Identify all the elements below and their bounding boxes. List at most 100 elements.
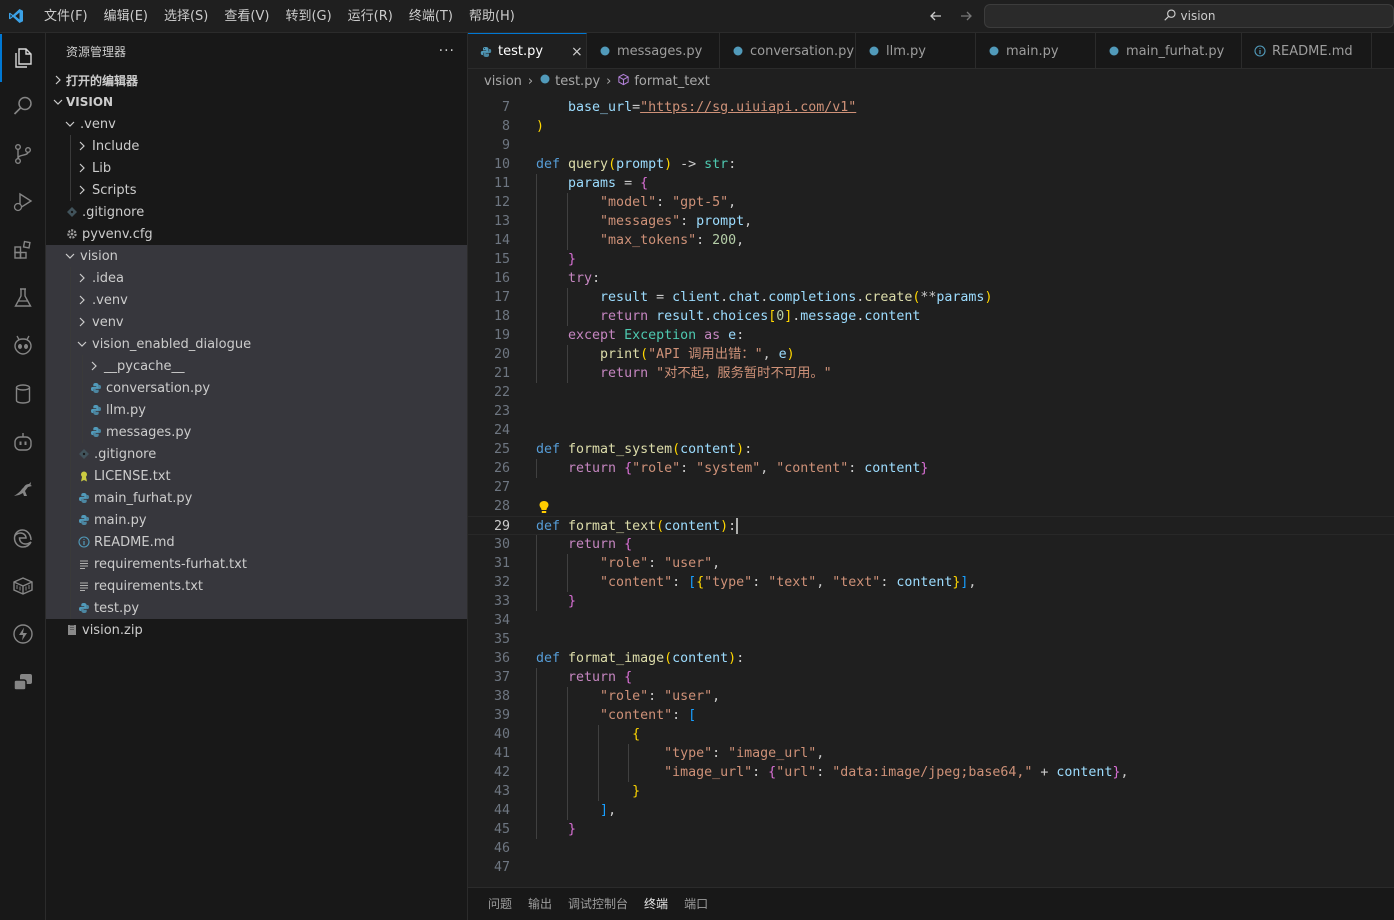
command-center-search[interactable]: vision xyxy=(984,4,1394,28)
menu-go[interactable]: 转到(G) xyxy=(277,0,339,33)
panel-tab-terminal[interactable]: 终端 xyxy=(636,888,677,920)
tree-item-label: requirements.txt xyxy=(94,578,204,594)
folder-item[interactable]: .venv xyxy=(46,113,467,135)
kangaroo-extension-icon[interactable] xyxy=(0,466,46,514)
tab-messages-py[interactable]: messages.py xyxy=(587,33,720,68)
folder-item[interactable]: Lib xyxy=(46,157,467,179)
folder-item[interactable]: venv xyxy=(46,311,467,333)
forward-arrow-icon[interactable] xyxy=(956,6,976,26)
close-icon[interactable]: × xyxy=(571,44,583,60)
breadcrumb-file[interactable]: test.py xyxy=(555,74,600,89)
folder-item[interactable]: vision xyxy=(46,245,467,267)
vscode-logo-icon xyxy=(0,0,32,33)
menu-help[interactable]: 帮助(H) xyxy=(461,0,523,33)
alien-extension-icon[interactable] xyxy=(0,322,46,370)
code-line: 28 xyxy=(468,497,1394,516)
code-token: } xyxy=(568,822,577,837)
tab-main-py[interactable]: main.py xyxy=(976,33,1096,68)
tab-main-furhat-py[interactable]: main_furhat.py xyxy=(1096,33,1242,68)
file-item[interactable]: requirements.txt xyxy=(46,575,467,597)
tab-readme-md[interactable]: README.md xyxy=(1242,33,1372,68)
folder-item[interactable]: .venv xyxy=(46,289,467,311)
code-token: } xyxy=(632,784,641,799)
file-item[interactable]: main.py xyxy=(46,509,467,531)
open-editors-section[interactable]: 打开的编辑器 xyxy=(46,69,467,91)
file-item[interactable]: conversation.py xyxy=(46,377,467,399)
explorer-title: 资源管理器 xyxy=(66,44,127,59)
code-token: return xyxy=(568,670,625,685)
code-token: except xyxy=(568,328,625,343)
folder-item[interactable]: vision_enabled_dialogue xyxy=(46,333,467,355)
code-token: def xyxy=(536,157,569,172)
file-item[interactable]: pyvenv.cfg xyxy=(46,223,467,245)
code-token: ( xyxy=(640,347,649,362)
code-editor[interactable]: 7 base_url="https://sg.uiuiapi.com/v1" 8)… xyxy=(468,92,1394,887)
code-line: 41 "type": "image_url", xyxy=(468,744,1394,763)
code-line: 38 "role": "user", xyxy=(468,687,1394,706)
file-item[interactable]: llm.py xyxy=(46,399,467,421)
file-item[interactable]: vision.zip xyxy=(46,619,467,641)
more-actions-icon[interactable]: ··· xyxy=(439,43,455,59)
code-text: } xyxy=(536,820,576,839)
remote-window-icon[interactable] xyxy=(0,658,46,706)
edge-browser-icon[interactable] xyxy=(0,514,46,562)
code-token: result xyxy=(656,309,705,324)
menu-terminal[interactable]: 终端(T) xyxy=(401,0,461,33)
panel-tab-output[interactable]: 输出 xyxy=(520,888,560,920)
line-number: 35 xyxy=(493,632,510,647)
file-item[interactable]: test.py xyxy=(46,597,467,619)
breadcrumb-symbol[interactable]: format_text xyxy=(634,74,710,89)
tab-conversation-py[interactable]: conversation.py xyxy=(720,33,856,68)
git-file-icon xyxy=(76,446,92,462)
code-token: result xyxy=(600,290,649,305)
copilot-robot-icon[interactable] xyxy=(0,418,46,466)
folder-item[interactable]: Include xyxy=(46,135,467,157)
search-icon[interactable] xyxy=(0,82,46,130)
file-item[interactable]: LICENSE.txt xyxy=(46,465,467,487)
menu-file[interactable]: 文件(F) xyxy=(36,0,96,33)
tab-test-py[interactable]: test.py × xyxy=(468,33,587,68)
back-arrow-icon[interactable] xyxy=(926,6,946,26)
file-item[interactable]: README.md xyxy=(46,531,467,553)
tree-item-label: Include xyxy=(92,138,140,154)
container-box-icon[interactable] xyxy=(0,562,46,610)
workspace-root-section[interactable]: VISION xyxy=(46,91,467,113)
testing-flask-icon[interactable] xyxy=(0,274,46,322)
run-debug-icon[interactable] xyxy=(0,178,46,226)
source-control-icon[interactable] xyxy=(0,130,46,178)
code-text: } xyxy=(536,592,576,611)
python-file-icon xyxy=(1108,45,1120,57)
file-item[interactable]: messages.py xyxy=(46,421,467,443)
folder-item[interactable]: __pycache__ xyxy=(46,355,467,377)
title-bar: 文件(F) 编辑(E) 选择(S) 查看(V) 转到(G) 运行(R) 终端(T… xyxy=(0,0,1394,33)
explorer-icon[interactable] xyxy=(0,34,46,82)
file-item[interactable]: main_furhat.py xyxy=(46,487,467,509)
panel-tab-debug-console[interactable]: 调试控制台 xyxy=(560,888,636,920)
extensions-icon[interactable] xyxy=(0,226,46,274)
breadcrumb: vision › test.py › format_text xyxy=(468,70,1394,92)
tab-llm-py[interactable]: llm.py xyxy=(856,33,976,68)
panel-tab-ports[interactable]: 端口 xyxy=(676,888,716,920)
menu-view[interactable]: 查看(V) xyxy=(216,0,277,33)
lightbulb-icon[interactable] xyxy=(538,497,552,516)
file-item[interactable]: .gitignore xyxy=(46,201,467,223)
folder-item[interactable]: Scripts xyxy=(46,179,467,201)
chevron-down-icon xyxy=(50,94,66,110)
line-number: 27 xyxy=(493,480,510,495)
breadcrumb-folder[interactable]: vision xyxy=(484,74,522,89)
panel-tab-problems[interactable]: 问题 xyxy=(480,888,520,920)
lightning-icon[interactable] xyxy=(0,610,46,658)
code-token: , xyxy=(762,347,779,362)
code-text: return {"role": "system", "content": con… xyxy=(536,459,928,478)
file-item[interactable]: requirements-furhat.txt xyxy=(46,553,467,575)
folder-item[interactable]: .idea xyxy=(46,267,467,289)
code-token: ) xyxy=(736,442,745,457)
database-icon[interactable] xyxy=(0,370,46,418)
menu-edit[interactable]: 编辑(E) xyxy=(96,0,156,33)
menu-run[interactable]: 运行(R) xyxy=(340,0,401,33)
menu-selection[interactable]: 选择(S) xyxy=(156,0,216,33)
file-item[interactable]: .gitignore xyxy=(46,443,467,465)
